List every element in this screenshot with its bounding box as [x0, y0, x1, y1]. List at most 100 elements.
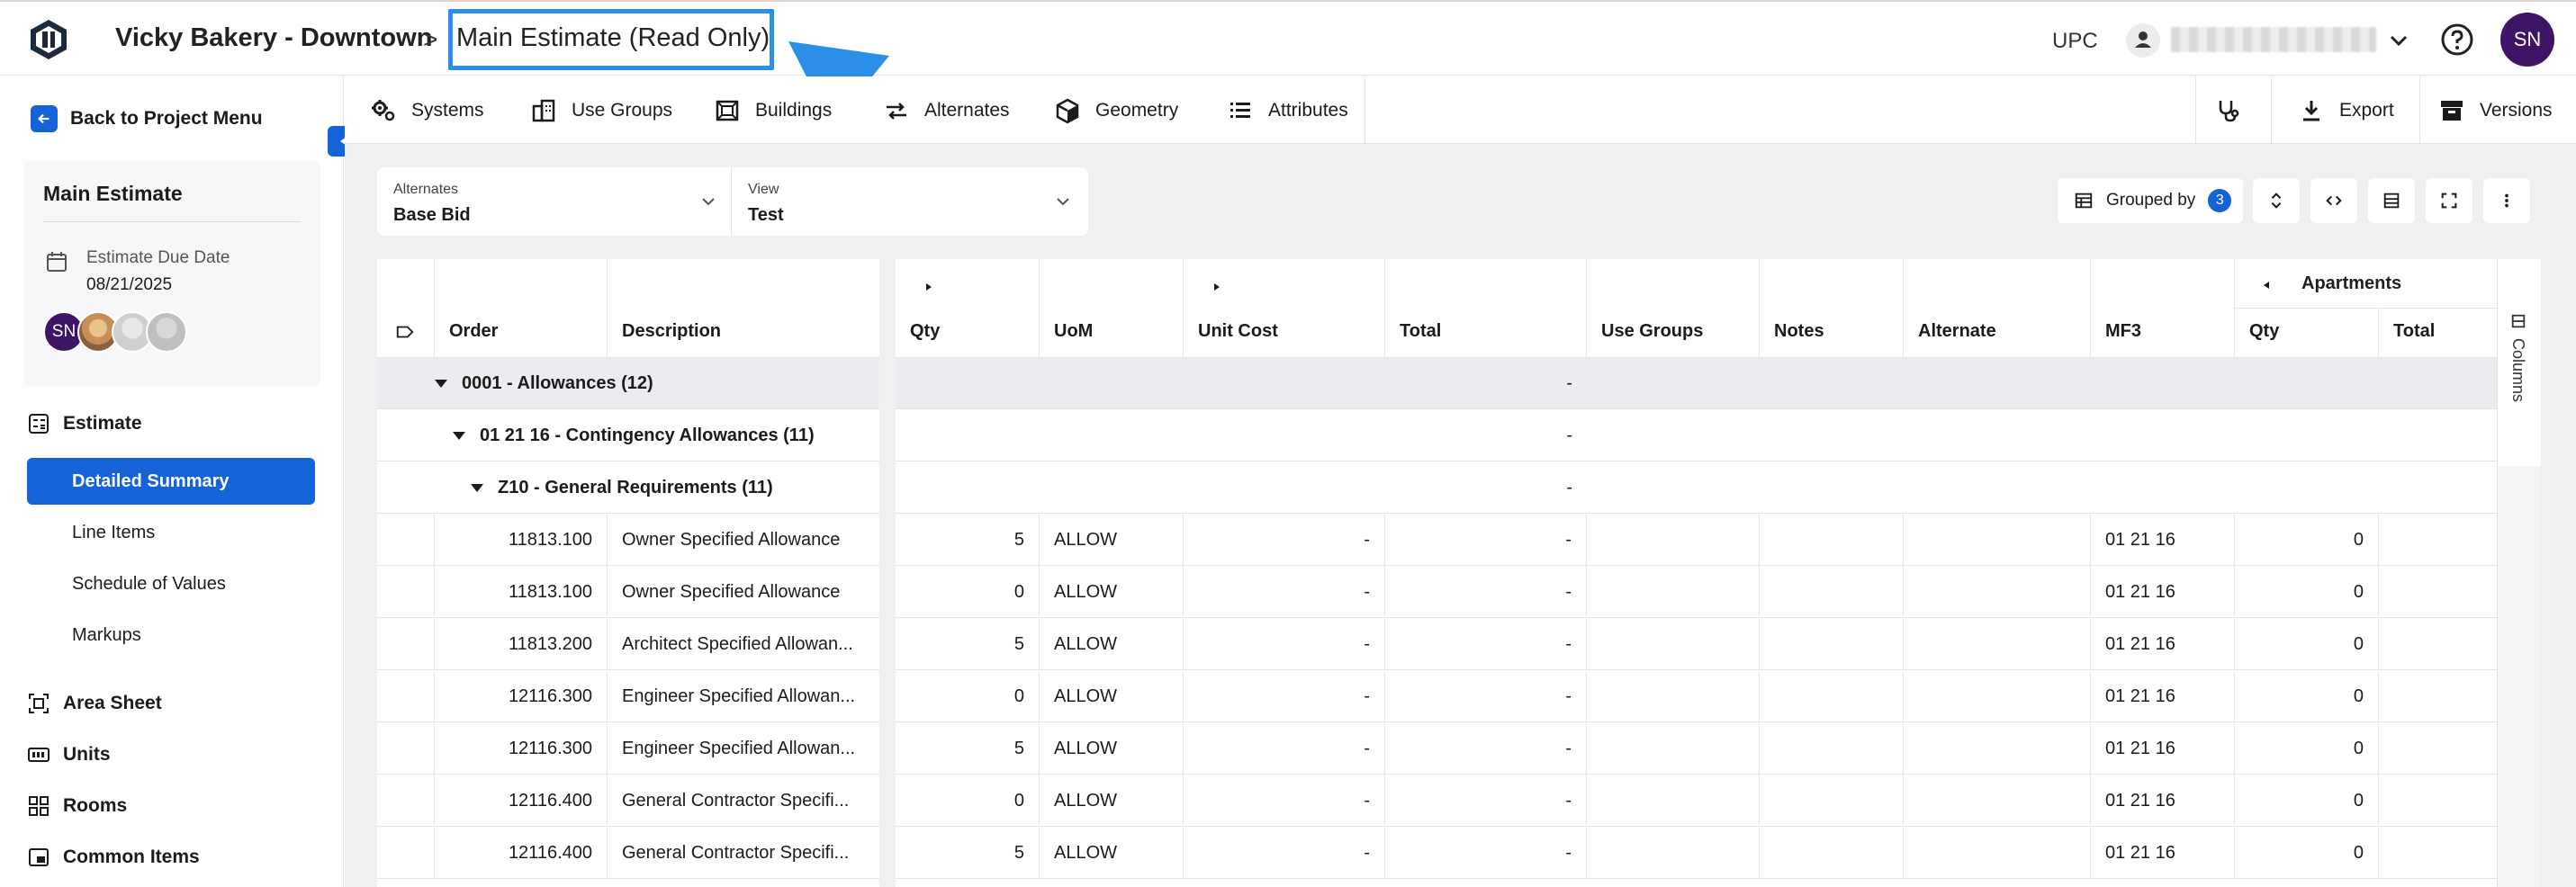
cell-mf3[interactable]: 01 21 16 [2091, 671, 2235, 722]
code-view-button[interactable] [2310, 178, 2357, 223]
toolbar-buildings[interactable]: Buildings [714, 76, 832, 144]
cell-order[interactable]: 12116.400 [435, 775, 608, 827]
header-mf3[interactable]: MF3 [2091, 259, 2235, 358]
cell-mf3[interactable]: 01 21 16 [2091, 775, 2235, 827]
cell-empty[interactable] [2379, 828, 2516, 879]
cell-empty[interactable] [1904, 515, 2091, 566]
cell-total[interactable]: - [1385, 567, 1587, 618]
cell-empty[interactable] [1760, 775, 1904, 827]
caret-down-icon[interactable] [471, 484, 483, 492]
cell-mf3[interactable]: 01 21 16 [2091, 828, 2235, 879]
cell-total[interactable]: - [1385, 619, 1587, 670]
cell-empty[interactable] [1904, 723, 2091, 775]
cell-empty[interactable] [2379, 723, 2516, 775]
cell-mf3[interactable]: 01 21 16 [2091, 567, 2235, 618]
cell-unit-cost[interactable]: - [1184, 567, 1385, 618]
table-row[interactable]: 5 ALLOW - -01 21 16 0 [896, 619, 2516, 670]
cell-uom[interactable]: ALLOW [1040, 828, 1184, 879]
app-logo-icon[interactable] [27, 18, 70, 61]
cell-empty[interactable] [1587, 515, 1760, 566]
cell-apt-qty[interactable]: 0 [2235, 775, 2379, 827]
cell-order[interactable]: 12116.300 [435, 671, 608, 722]
header-alternate[interactable]: Alternate [1904, 259, 2091, 358]
cell-qty[interactable]: 0 [896, 775, 1040, 827]
cell-empty[interactable] [1904, 775, 2091, 827]
cell-empty[interactable] [1760, 828, 1904, 879]
nav-detailed-summary[interactable]: Detailed Summary [27, 458, 315, 505]
toolbar-alternates[interactable]: Alternates [883, 76, 1010, 144]
table-row[interactable]: 11813.200 Architect Specified Allowan... [377, 619, 879, 670]
cell-empty[interactable] [1760, 567, 1904, 618]
cell-empty[interactable] [1760, 671, 1904, 722]
cell-total[interactable]: - [1385, 515, 1587, 566]
cell-description[interactable]: Architect Specified Allowan... [608, 619, 879, 670]
expand-collapse-button[interactable] [2253, 178, 2300, 223]
cell-total[interactable]: - [1385, 723, 1587, 775]
cell-description[interactable]: General Contractor Specifi... [608, 828, 879, 879]
cell-label[interactable] [377, 515, 435, 566]
more-options-button[interactable] [2483, 178, 2530, 223]
cell-empty[interactable] [1587, 723, 1760, 775]
help-icon[interactable] [2439, 22, 2475, 58]
cell-order[interactable]: 12116.300 [435, 723, 608, 775]
cell-uom[interactable]: ALLOW [1040, 723, 1184, 775]
view-select[interactable]: View Test [732, 167, 1088, 236]
table-row[interactable]: 5 ALLOW - -01 21 16 0 [896, 515, 2516, 566]
cell-empty[interactable] [2379, 515, 2516, 566]
avatar[interactable]: SN [2500, 13, 2554, 67]
cell-empty[interactable] [2379, 775, 2516, 827]
toolbar-attributes[interactable]: Attributes [1227, 76, 1348, 144]
toolbar-export[interactable]: Export [2298, 76, 2394, 144]
caret-down-icon[interactable] [435, 380, 447, 388]
cell-unit-cost[interactable]: - [1184, 619, 1385, 670]
columns-tab[interactable]: Columns [2508, 313, 2527, 402]
group-row[interactable]: - [896, 410, 2516, 461]
header-use-groups[interactable]: Use Groups [1587, 259, 1760, 358]
alternates-select[interactable]: Alternates Base Bid [377, 167, 731, 236]
cell-uom[interactable]: ALLOW [1040, 775, 1184, 827]
cell-order[interactable]: 12116.400 [435, 828, 608, 879]
group-label[interactable]: Z10 - General Requirements (11) [471, 462, 773, 514]
table-row[interactable]: 11813.100 Owner Specified Allowance [377, 567, 879, 618]
group-row[interactable]: 0001 - Allowances (12) [377, 358, 879, 409]
toolbar-systems[interactable]: Systems [370, 76, 484, 144]
cell-empty[interactable] [1587, 671, 1760, 722]
cell-label[interactable] [377, 567, 435, 618]
toolbar-diagnostics[interactable] [2214, 76, 2241, 144]
cell-empty[interactable] [1587, 567, 1760, 618]
cell-empty[interactable] [1904, 619, 2091, 670]
cell-unit-cost[interactable]: - [1184, 775, 1385, 827]
columns-side-panel[interactable]: Columns [2497, 259, 2541, 887]
fullscreen-button[interactable] [2426, 178, 2472, 223]
cell-qty[interactable]: 5 [896, 515, 1040, 566]
cell-label[interactable] [377, 775, 435, 827]
cell-description[interactable]: Engineer Specified Allowan... [608, 723, 879, 775]
cell-apt-qty[interactable]: 0 [2235, 671, 2379, 722]
nav-markups[interactable]: Markups [27, 612, 315, 659]
toolbar-geometry[interactable]: Geometry [1054, 76, 1178, 144]
cell-order[interactable]: 11813.200 [435, 619, 608, 670]
cell-unit-cost[interactable]: - [1184, 671, 1385, 722]
cell-order[interactable]: 11813.100 [435, 515, 608, 566]
nav-units[interactable]: Units [27, 743, 111, 766]
cell-description[interactable]: General Contractor Specifi... [608, 775, 879, 827]
cell-uom[interactable]: ALLOW [1040, 671, 1184, 722]
toolbar-use-groups[interactable]: Use Groups [530, 76, 672, 144]
table-row[interactable]: 0 ALLOW - -01 21 16 0 [896, 671, 2516, 722]
cell-mf3[interactable]: 01 21 16 [2091, 723, 2235, 775]
cell-order[interactable]: 11813.100 [435, 567, 608, 618]
cell-description[interactable]: Owner Specified Allowance [608, 515, 879, 566]
toolbar-versions[interactable]: Versions [2438, 76, 2553, 144]
cell-empty[interactable] [1904, 828, 2091, 879]
cell-apt-qty[interactable]: 0 [2235, 567, 2379, 618]
table-row[interactable]: 12116.400 General Contractor Specifi... [377, 828, 879, 879]
header-label-column[interactable] [377, 259, 435, 358]
back-to-project-link[interactable]: Back to Project Menu [31, 105, 263, 132]
cell-qty[interactable]: 0 [896, 567, 1040, 618]
cell-description[interactable]: Engineer Specified Allowan... [608, 671, 879, 722]
cell-label[interactable] [377, 723, 435, 775]
table-row[interactable]: 0 ALLOW - -01 21 16 0 [896, 775, 2516, 827]
caret-down-icon[interactable] [453, 432, 465, 440]
cell-empty[interactable] [1760, 723, 1904, 775]
cell-label[interactable] [377, 828, 435, 879]
